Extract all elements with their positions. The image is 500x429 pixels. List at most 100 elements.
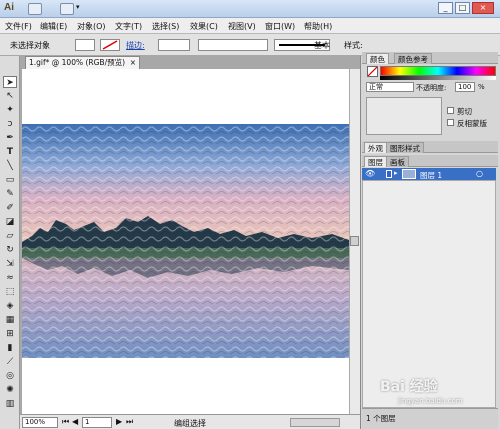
rotate-tool-icon[interactable]: ↻ <box>3 244 17 256</box>
close-tab-icon[interactable]: × <box>130 57 136 69</box>
no-stroke-icon <box>102 40 118 50</box>
gradient-tool-icon[interactable]: ▮ <box>3 342 17 354</box>
status-text: 编组选择 <box>174 419 206 428</box>
fill-stroke-swatch[interactable] <box>367 66 378 77</box>
menu-edit[interactable]: 编辑(E) <box>40 21 67 32</box>
style-label: 样式: <box>344 41 363 50</box>
layers-panel-footer: 1 个图层 <box>362 408 498 429</box>
layers-list <box>362 180 496 408</box>
watermark-url: jingyan.baidu.com <box>398 397 463 405</box>
variable-width-profile[interactable] <box>198 39 268 51</box>
layer-color-icon <box>386 170 392 178</box>
tab-layers[interactable]: 图层 <box>364 156 387 167</box>
blend-mode-select[interactable]: 正常 <box>366 82 414 92</box>
selection-tool-icon[interactable]: ➤ <box>3 76 17 88</box>
free-transform-tool-icon[interactable]: ⬚ <box>3 286 17 298</box>
zoom-field[interactable]: 100% <box>22 417 58 428</box>
menu-help[interactable]: 帮助(H) <box>304 21 332 32</box>
blend-mode-value: 正常 <box>369 83 383 91</box>
artboard-number-field[interactable]: 1 <box>82 417 112 428</box>
tab-artboards[interactable]: 画板 <box>386 156 409 167</box>
line-tool-icon[interactable]: ╲ <box>3 160 17 172</box>
layers-count: 1 个图层 <box>366 414 396 423</box>
minimize-button[interactable]: _ <box>438 2 453 14</box>
color-panel-tabs: 颜色 颜色参考 <box>362 52 498 64</box>
next-artboard-icon[interactable]: ▶ <box>116 417 122 426</box>
mesh-tool-icon[interactable]: ⊞ <box>3 328 17 340</box>
restore-button[interactable]: □ <box>455 2 470 14</box>
graph-tool-icon[interactable]: ▥ <box>3 398 17 410</box>
pen-tool-icon[interactable]: ✒ <box>3 132 17 144</box>
document-tab[interactable]: 1.gif* @ 100% (RGB/预览) × <box>25 56 140 69</box>
status-bar: 100% ⏮ ◀ 1 ▶ ⏭ 编组选择 <box>20 414 360 429</box>
stroke-swatch[interactable] <box>100 39 120 51</box>
artwork-image[interactable] <box>22 124 349 358</box>
menu-type[interactable]: 文字(T) <box>115 21 142 32</box>
symbol-sprayer-tool-icon[interactable]: ✺ <box>3 384 17 396</box>
tab-graphic-styles[interactable]: 图形样式 <box>386 142 424 153</box>
opacity-unit: % <box>478 83 485 91</box>
expand-triangle-icon[interactable]: ▸ <box>394 169 398 177</box>
app-logo: Ai <box>4 2 14 13</box>
blob-brush-tool-icon[interactable]: ◪ <box>3 216 17 228</box>
grayscale-ramp[interactable] <box>380 76 496 80</box>
stroke-style-label: 基本 <box>314 41 330 50</box>
clip-checkbox[interactable] <box>447 107 454 114</box>
perspective-grid-tool-icon[interactable]: ▦ <box>3 314 17 326</box>
eraser-tool-icon[interactable]: ▱ <box>3 230 17 242</box>
tab-color[interactable]: 颜色 <box>366 53 389 64</box>
stroke-weight-field[interactable] <box>158 39 190 51</box>
shape-builder-tool-icon[interactable]: ◈ <box>3 300 17 312</box>
horizontal-scrollbar[interactable] <box>290 418 340 427</box>
opacity-field[interactable]: 100 <box>455 82 475 92</box>
tab-color-guide[interactable]: 颜色参考 <box>394 53 432 64</box>
menu-select[interactable]: 选择(S) <box>152 21 179 32</box>
invert-mask-checkbox[interactable] <box>447 119 454 126</box>
last-artboard-icon[interactable]: ⏭ <box>126 417 133 427</box>
invert-mask-label: 反相蒙版 <box>457 119 487 128</box>
rectangle-tool-icon[interactable]: ▭ <box>3 174 17 186</box>
document-tab-title: 1.gif* @ 100% (RGB/预览) <box>29 58 126 67</box>
fill-swatch[interactable] <box>75 39 95 51</box>
menu-file[interactable]: 文件(F) <box>5 21 32 32</box>
blend-tool-icon[interactable]: ◎ <box>3 370 17 382</box>
menu-view[interactable]: 视图(V) <box>228 21 256 32</box>
pencil-tool-icon[interactable]: ✐ <box>3 202 17 214</box>
selection-status: 未选择对象 <box>10 41 50 50</box>
watermark-logo: Bai 经验 <box>380 379 438 395</box>
layer-thumbnail <box>402 169 416 179</box>
appearance-panel-tabs: 外观 图形样式 <box>362 141 498 153</box>
menu-window[interactable]: 窗口(W) <box>265 21 295 32</box>
layers-panel-tabs: 图层 画板 <box>362 155 498 167</box>
lasso-tool-icon[interactable]: ↄ <box>3 118 17 130</box>
none-swatch-icon <box>367 66 378 77</box>
menu-bar: 文件(F) 编辑(E) 对象(O) 文字(T) 选择(S) 效果(C) 视图(V… <box>0 18 500 34</box>
color-spectrum[interactable] <box>380 66 496 76</box>
opacity-label: 不透明度: <box>416 84 447 92</box>
transparency-thumbnail <box>366 97 442 135</box>
eyedropper-tool-icon[interactable]: ⟋ <box>3 356 17 368</box>
vertical-scroll-thumb[interactable] <box>350 236 359 246</box>
tab-appearance[interactable]: 外观 <box>364 142 387 153</box>
visibility-eye-icon[interactable]: 👁 <box>365 169 375 178</box>
direct-selection-tool-icon[interactable]: ↖ <box>3 90 17 102</box>
menu-effect[interactable]: 效果(C) <box>190 21 218 32</box>
scale-tool-icon[interactable]: ⇲ <box>3 258 17 270</box>
previous-artboard-icon[interactable]: ◀ <box>72 417 78 426</box>
clip-label: 剪切 <box>457 107 472 116</box>
type-tool-icon[interactable]: T <box>3 146 17 158</box>
tools-panel: ➤ ↖ ✦ ↄ ✒ T ╲ ▭ ✎ ✐ ◪ ▱ ↻ ⇲ ≈ ⬚ ◈ ▦ ⊞ ▮ … <box>0 56 20 429</box>
first-artboard-icon[interactable]: ⏮ <box>62 417 69 427</box>
stroke-link[interactable]: 描边: <box>126 40 145 51</box>
chevron-down-icon[interactable]: ▾ <box>76 3 80 11</box>
magic-wand-tool-icon[interactable]: ✦ <box>3 104 17 116</box>
bridge-button[interactable] <box>28 3 42 15</box>
layer-row[interactable]: 👁 ▸ 图层 1 ○ <box>362 168 496 180</box>
close-button[interactable]: × <box>472 2 494 14</box>
menu-object[interactable]: 对象(O) <box>77 21 106 32</box>
target-circle-icon[interactable]: ○ <box>476 169 483 178</box>
arrange-documents-button[interactable] <box>60 3 74 15</box>
paintbrush-tool-icon[interactable]: ✎ <box>3 188 17 200</box>
width-tool-icon[interactable]: ≈ <box>3 272 17 284</box>
title-bar: Ai ▾ _ □ × <box>0 0 500 18</box>
